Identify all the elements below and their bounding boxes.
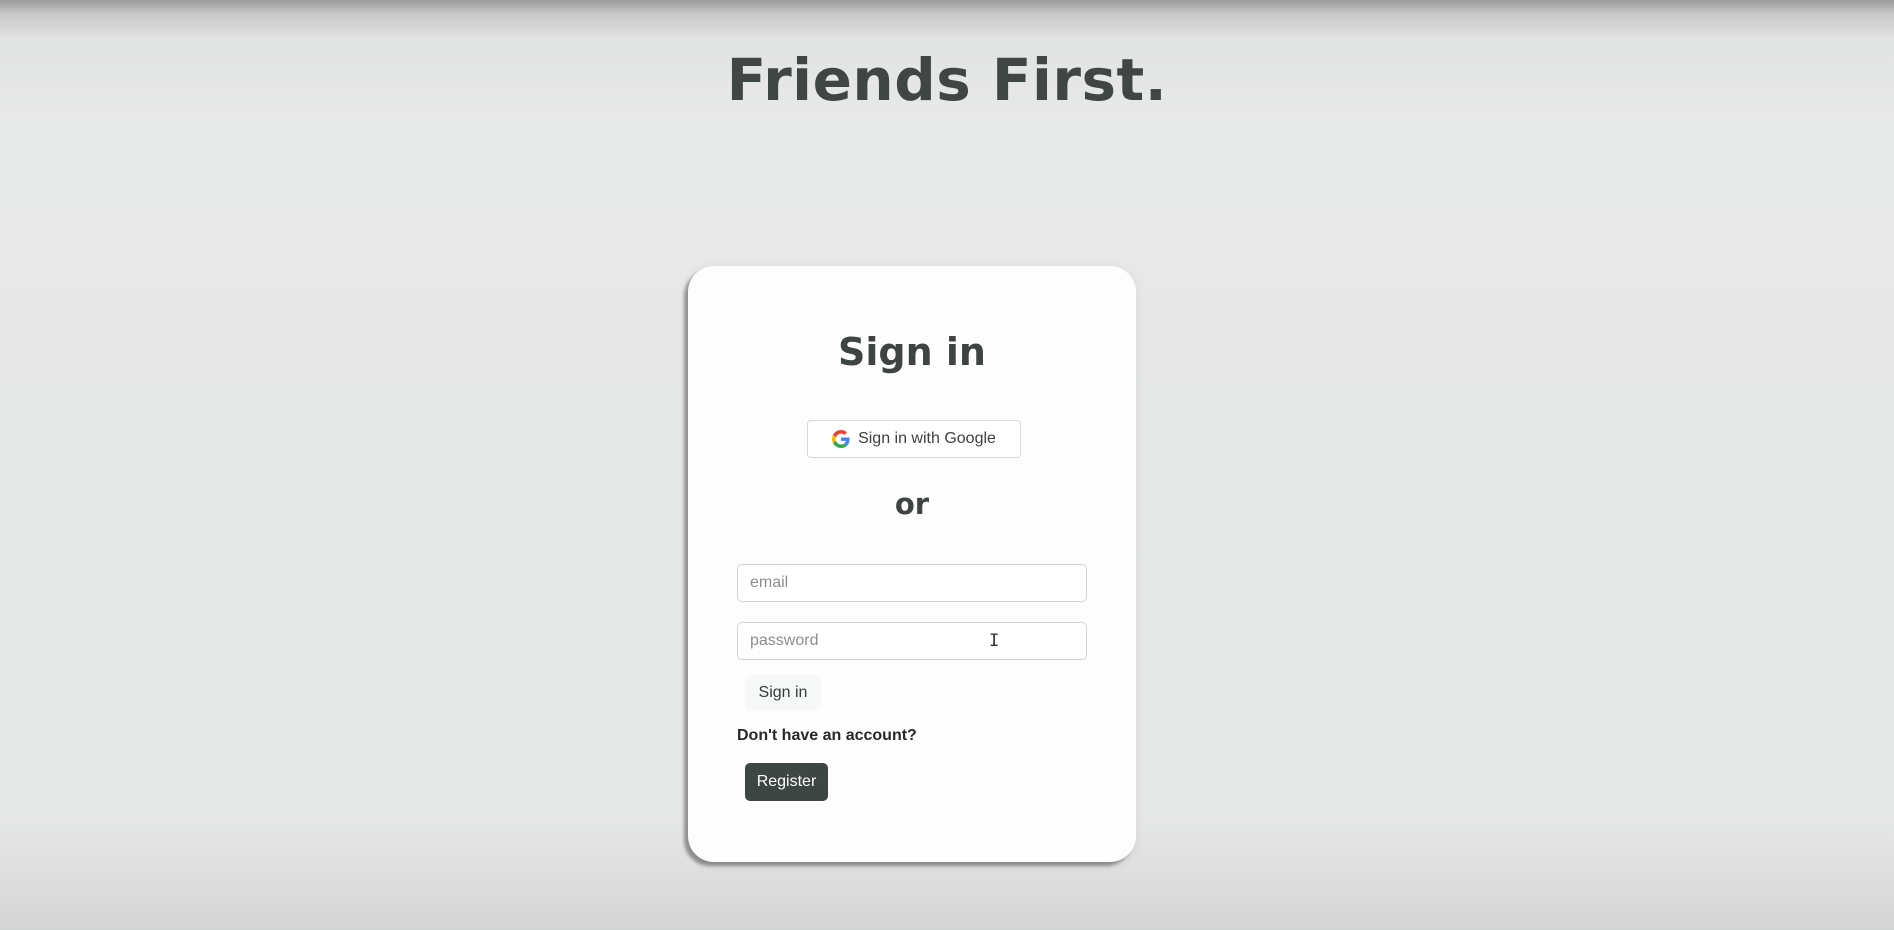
signin-card: Sign in Sign in with Google or I Sign in… — [688, 266, 1136, 862]
email-field[interactable] — [737, 564, 1087, 602]
text-cursor-icon: I — [989, 631, 1000, 651]
signin-button[interactable]: Sign in — [745, 675, 821, 711]
google-g-icon — [832, 430, 850, 448]
or-divider: or — [894, 487, 930, 521]
signin-title: Sign in — [838, 330, 986, 374]
google-signin-button[interactable]: Sign in with Google — [807, 420, 1021, 458]
app-title: Friends First. — [726, 46, 1168, 114]
google-signin-label: Sign in with Google — [858, 430, 996, 447]
password-field[interactable] — [737, 622, 1087, 660]
register-button[interactable]: Register — [745, 763, 828, 801]
no-account-text: Don't have an account? — [737, 727, 917, 744]
